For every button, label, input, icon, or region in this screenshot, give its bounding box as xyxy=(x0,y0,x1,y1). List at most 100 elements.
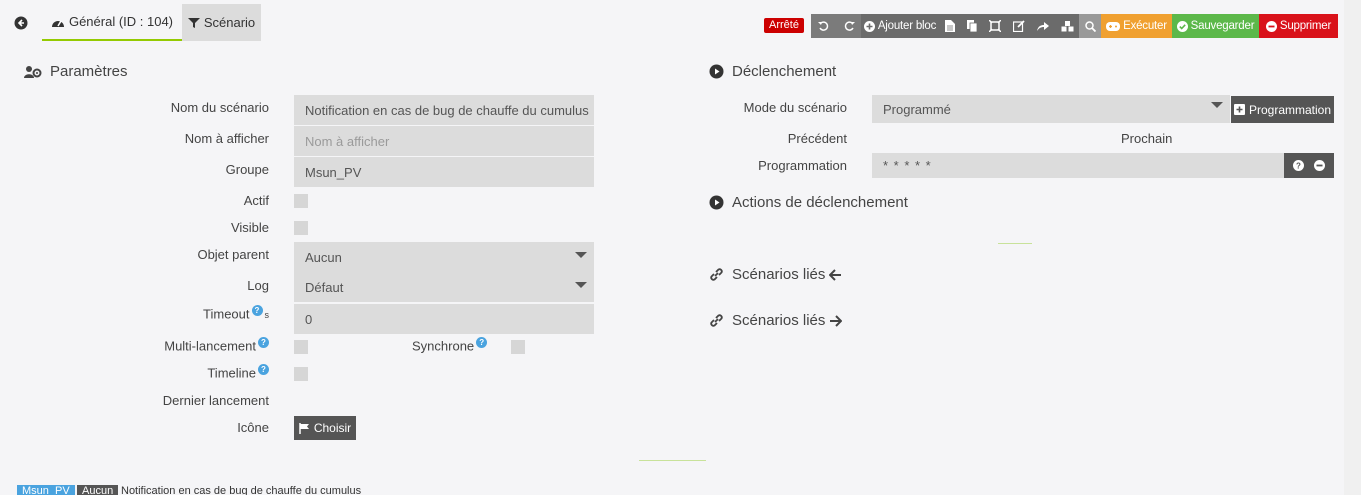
save-button[interactable]: Sauvegarder xyxy=(1172,14,1259,38)
help-icon[interactable]: ? xyxy=(251,305,263,316)
arrow-left-icon xyxy=(829,268,842,281)
visible-label: Visible xyxy=(230,220,269,235)
timeline-checkbox[interactable] xyxy=(294,367,308,381)
execute-label: Exécuter xyxy=(1123,20,1167,32)
back-button[interactable] xyxy=(0,4,42,41)
add-programming-label: Programmation xyxy=(1248,102,1332,117)
users-cog-icon xyxy=(24,65,42,79)
arrow-circle-left-icon xyxy=(14,16,28,30)
previous-label: Précédent xyxy=(787,131,847,146)
trigger-actions-title[interactable]: Actions de déclenchement xyxy=(709,194,908,211)
group-label: Groupe xyxy=(225,162,269,177)
linked-scenarios-in-label: Scénarios liés xyxy=(732,266,826,283)
copy-icon xyxy=(966,20,978,32)
log-value: Défaut xyxy=(305,279,344,295)
play-circle-icon xyxy=(709,64,724,79)
footer-scenario-name: Notification en cas de bug de chauffe du… xyxy=(121,485,362,495)
fullscreen-button[interactable] xyxy=(983,14,1007,38)
file-icon xyxy=(945,20,955,32)
timeline-label: Timeline? xyxy=(207,364,269,380)
synchronous-checkbox[interactable] xyxy=(511,340,525,354)
gamepad-icon xyxy=(1106,21,1121,31)
footer-group-badge: Msun_PV xyxy=(17,485,75,495)
choose-icon-label: Choisir xyxy=(313,421,352,435)
active-label: Actif xyxy=(243,193,269,208)
undo-button[interactable] xyxy=(811,14,836,38)
add-programming-button[interactable]: Programmation xyxy=(1231,96,1334,123)
choose-icon-button[interactable]: Choisir xyxy=(294,416,356,440)
help-icon[interactable]: ? xyxy=(258,364,269,375)
visible-checkbox[interactable] xyxy=(294,221,308,235)
timeout-input[interactable]: 0 xyxy=(294,304,594,334)
multi-launch-label: Multi-lancement? xyxy=(164,337,269,353)
dashboard-icon xyxy=(51,16,65,28)
play-circle-icon xyxy=(709,195,724,210)
timeout-label-text: Timeout xyxy=(203,306,250,322)
synchronous-label-text: Synchrone xyxy=(412,338,475,354)
execute-button[interactable]: Exécuter xyxy=(1101,14,1172,38)
multi-launch-label-text: Multi-lancement xyxy=(164,338,256,354)
flag-icon xyxy=(299,422,310,434)
save-label: Sauvegarder xyxy=(1190,20,1255,32)
divider xyxy=(639,460,706,461)
delete-label: Supprimer xyxy=(1279,20,1332,32)
tab-general[interactable]: Général (ID : 104) xyxy=(42,4,182,41)
minus-circle-icon[interactable] xyxy=(1314,160,1325,171)
parent-object-label: Objet parent xyxy=(197,247,269,262)
programming-actions: ? xyxy=(1284,153,1334,178)
svg-text:?: ? xyxy=(1296,162,1301,171)
next-label: Prochain xyxy=(1121,131,1173,146)
scenario-mode-select[interactable]: Programmé xyxy=(872,95,1230,123)
arrow-right-icon xyxy=(829,314,843,327)
link-icon xyxy=(709,267,724,282)
question-circle-icon[interactable]: ? xyxy=(1293,160,1304,171)
scenario-name-input[interactable]: Notification en cas de bug de chauffe du… xyxy=(294,95,594,125)
multi-launch-checkbox[interactable] xyxy=(294,340,308,354)
group-input[interactable]: Msun_PV xyxy=(294,157,594,187)
status-badge: Arrêté xyxy=(764,18,804,33)
help-icon[interactable]: ? xyxy=(258,337,269,348)
display-name-label: Nom à afficher xyxy=(184,131,269,146)
copy-button[interactable] xyxy=(961,14,983,38)
display-name-input[interactable]: Nom à afficher xyxy=(294,126,594,156)
share-button[interactable] xyxy=(1031,14,1055,38)
tab-scenario[interactable]: Scénario xyxy=(182,4,261,41)
toolbar: Ajouter bloc Exécuter Sauvegarder Suppri… xyxy=(811,14,1338,38)
last-run-label: Dernier lancement xyxy=(162,393,269,408)
filter-icon xyxy=(187,17,200,29)
edit-icon xyxy=(1013,20,1025,32)
export-button[interactable] xyxy=(939,14,961,38)
add-block-label: Ajouter bloc xyxy=(877,20,937,32)
search-button[interactable] xyxy=(1079,14,1101,38)
search-icon xyxy=(1084,20,1096,32)
edit-button[interactable] xyxy=(1007,14,1031,38)
icon-label: Icône xyxy=(237,420,269,435)
delete-button[interactable]: Supprimer xyxy=(1259,14,1338,38)
active-checkbox[interactable] xyxy=(294,194,308,208)
redo-button[interactable] xyxy=(836,14,861,38)
share-icon xyxy=(1037,21,1049,32)
parent-object-select[interactable]: Aucun xyxy=(294,242,594,272)
parent-object-value: Aucun xyxy=(305,249,342,265)
cubes-icon xyxy=(1061,20,1074,32)
linked-scenarios-out-title: Scénarios liés xyxy=(709,312,843,329)
footer-parent-badge: Aucun xyxy=(77,485,119,495)
synchronous-label: Synchrone? xyxy=(412,337,488,354)
timeout-unit: s xyxy=(264,310,270,321)
scenario-mode-value: Programmé xyxy=(883,101,951,117)
trigger-section-title[interactable]: Déclenchement xyxy=(709,63,836,80)
timeline-label-text: Timeline xyxy=(207,365,256,381)
chevron-down-icon xyxy=(575,252,587,258)
add-block-button[interactable]: Ajouter bloc xyxy=(861,14,939,38)
dependencies-button[interactable] xyxy=(1055,14,1079,38)
programming-input[interactable]: * * * * * xyxy=(872,153,1284,178)
params-section-title: Paramètres xyxy=(24,63,128,80)
undo-icon xyxy=(817,20,830,32)
log-select[interactable]: Défaut xyxy=(294,272,594,302)
programming-label: Programmation xyxy=(758,158,847,173)
help-icon[interactable]: ? xyxy=(476,337,488,348)
trigger-actions-label: Actions de déclenchement xyxy=(732,194,908,211)
redo-icon xyxy=(843,20,855,32)
scrollbar[interactable] xyxy=(1344,0,1361,495)
log-label: Log xyxy=(247,278,269,293)
